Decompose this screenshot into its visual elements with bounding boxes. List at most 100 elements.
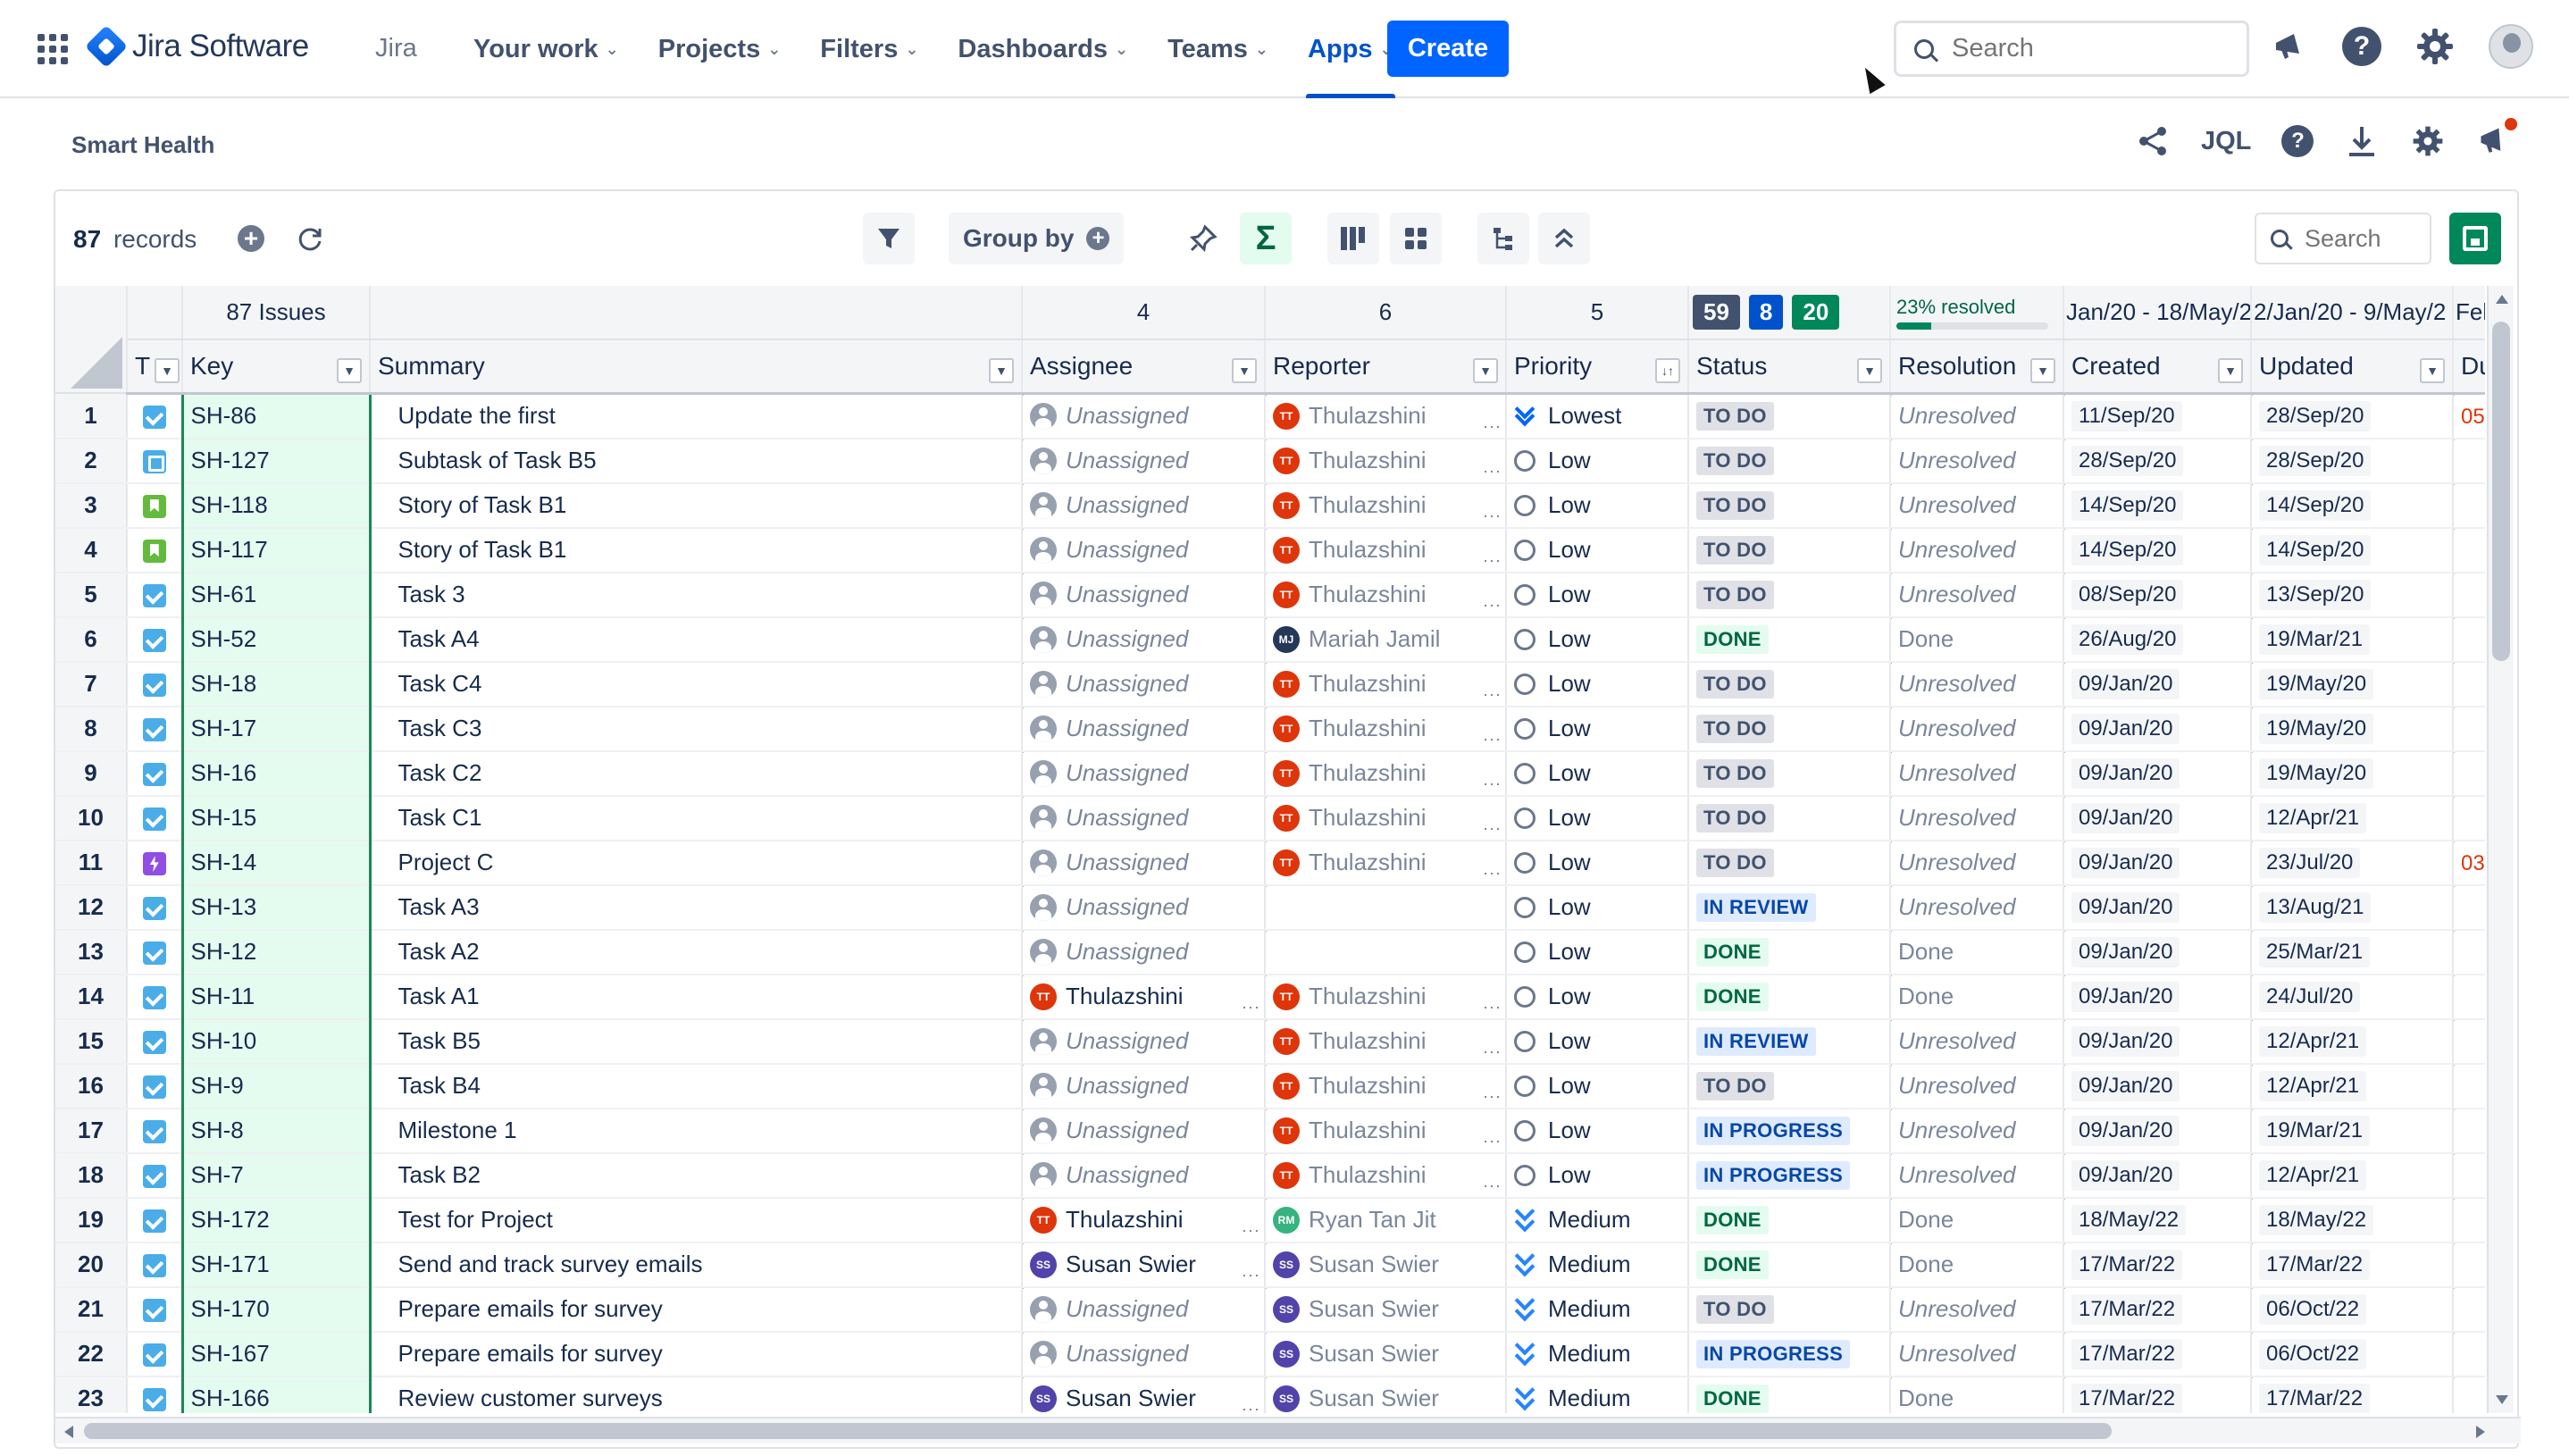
priority-cell[interactable]: Low [1506,438,1689,484]
created-cell[interactable]: 09/Jan/20 [2063,1108,2252,1154]
gadget-settings-icon[interactable] [2410,123,2446,159]
priority-cell[interactable]: Low [1506,527,1689,573]
created-cell[interactable]: 09/Jan/20 [2063,750,2252,797]
updated-cell[interactable]: 19/Mar/21 [2251,616,2454,663]
status-lozenge[interactable]: TO DO [1696,804,1774,833]
assignee-cell[interactable]: Unassigned [1022,393,1266,439]
status-cell[interactable]: IN PROGRESS [1688,1108,1891,1154]
reporter-cell[interactable]: TT Thulazshini ··· [1265,1152,1507,1199]
due-cell[interactable] [2453,1197,2485,1243]
resolution-cell[interactable]: Done [1890,1376,2064,1413]
announcements-button[interactable] [2476,118,2518,159]
due-cell[interactable] [2453,572,2485,618]
issue-type-cell[interactable] [127,482,183,529]
reporter-cell[interactable]: TT Thulazshini ··· [1265,1108,1507,1154]
issue-type-cell[interactable] [127,706,183,752]
scroll-down-arrow-icon[interactable] [2496,1395,2508,1404]
status-lozenge[interactable]: IN PROGRESS [1696,1117,1851,1145]
issue-type-cell[interactable] [127,974,183,1020]
download-icon[interactable] [2344,123,2380,159]
reporter-cell[interactable]: TT Thulazshini ··· [1265,572,1507,618]
assignee-cell[interactable]: Unassigned [1022,840,1266,886]
table-row[interactable]: 8 SH-17 Task C3 Unassigned TT Thulazshini ··· L… [55,706,2485,752]
status-lozenge[interactable]: TO DO [1696,1295,1774,1324]
status-count-badge[interactable]: 20 [1792,295,1840,330]
created-cell[interactable]: 09/Jan/20 [2063,1018,2252,1065]
reporter-cell[interactable]: TT Thulazshini ··· [1265,1018,1507,1065]
updated-cell[interactable]: 12/Apr/21 [2251,1018,2454,1065]
status-lozenge[interactable]: TO DO [1696,1072,1774,1100]
created-cell[interactable]: 08/Sep/20 [2063,572,2252,618]
vertical-scrollbar[interactable] [2487,286,2514,1413]
created-cell[interactable]: 09/Jan/20 [2063,1152,2252,1199]
status-cell[interactable]: DONE [1688,1197,1891,1243]
more-options-icon[interactable]: ··· [1483,506,1502,525]
priority-cell[interactable]: Low [1506,572,1689,618]
issue-type-cell[interactable] [127,1197,183,1243]
vertical-scroll-thumb[interactable] [2492,322,2510,661]
nav-item-filters[interactable]: Filters ⌄ [800,0,938,98]
priority-cell[interactable]: Low [1506,750,1689,797]
summary-cell[interactable]: Task C4 [370,661,1023,707]
resolution-cell[interactable]: Unresolved [1890,840,2064,886]
resolution-cell[interactable]: Unresolved [1890,1152,2064,1199]
reporter-cell[interactable] [1265,884,1507,931]
status-cell[interactable]: TO DO [1688,661,1891,707]
assignee-cell[interactable]: Unassigned [1022,482,1266,529]
created-cell[interactable]: 09/Jan/20 [2063,974,2252,1020]
assignee-cell[interactable]: Unassigned [1022,795,1266,841]
chevron-down-icon[interactable]: ▼ [2218,358,2243,383]
settings-gear-icon[interactable] [2415,27,2455,66]
more-options-icon[interactable]: ··· [1242,1400,1260,1414]
table-row[interactable]: 15 SH-10 Task B5 Unassigned TT Thulazshini ···… [55,1018,2485,1065]
issue-key-cell[interactable]: SH-170 [180,1286,372,1333]
col-header-key[interactable]: Key ▼ [182,339,371,395]
summary-cell[interactable]: Task A1 [370,974,1023,1020]
table-row[interactable]: 10 SH-15 Task C1 Unassigned TT Thulazshini ···… [55,795,2485,841]
status-lozenge[interactable]: TO DO [1696,715,1774,743]
summary-cell[interactable]: Test for Project [370,1197,1023,1243]
reporter-cell[interactable]: SS Susan Swier [1265,1331,1507,1377]
chevron-down-icon[interactable]: ▼ [1857,358,1882,383]
priority-cell[interactable]: Low [1506,974,1689,1020]
created-cell[interactable]: 17/Mar/22 [2063,1331,2252,1377]
issue-type-cell[interactable] [127,616,183,663]
status-cell[interactable]: TO DO [1688,1286,1891,1333]
status-cell[interactable]: DONE [1688,616,1891,663]
issue-type-cell[interactable] [127,661,183,707]
col-header-assignee[interactable]: Assignee ▼ [1022,339,1266,395]
issue-key-cell[interactable]: SH-167 [180,1331,372,1377]
assignee-cell[interactable]: Unassigned [1022,616,1266,663]
status-cell[interactable]: IN PROGRESS [1688,1331,1891,1377]
issue-key-cell[interactable]: SH-11 [180,974,372,1020]
col-header-type[interactable]: T ▼ [127,339,183,395]
resolution-cell[interactable]: Done [1890,974,2064,1020]
issue-key-cell[interactable]: SH-18 [180,661,372,707]
priority-cell[interactable]: Low [1506,884,1689,931]
status-lozenge[interactable]: TO DO [1696,447,1774,475]
global-search[interactable] [1894,21,2249,77]
create-button[interactable]: Create [1387,21,1509,77]
created-cell[interactable]: 14/Sep/20 [2063,482,2252,529]
horizontal-scroll-thumb[interactable] [84,1423,2112,1439]
reporter-cell[interactable]: TT Thulazshini ··· [1265,661,1507,707]
due-cell[interactable] [2453,1331,2485,1377]
reporter-cell[interactable]: SS Susan Swier [1265,1286,1507,1333]
updated-cell[interactable]: 06/Oct/22 [2251,1331,2454,1377]
sort-desc-icon[interactable]: ↓↑ [1655,358,1680,383]
table-row[interactable]: 5 SH-61 Task 3 Unassigned TT Thulazshini ··· Lo… [55,572,2485,618]
created-cell[interactable]: 09/Jan/20 [2063,661,2252,707]
resolution-cell[interactable]: Done [1890,1242,2064,1288]
resolution-cell[interactable]: Unresolved [1890,1108,2064,1154]
app-switcher-icon[interactable] [38,34,68,64]
status-lozenge[interactable]: DONE [1696,938,1769,966]
layout-grid-button[interactable] [1390,213,1442,264]
assignee-cell[interactable]: Unassigned [1022,1152,1266,1199]
nav-item-dashboards[interactable]: Dashboards ⌄ [938,0,1148,98]
issue-key-cell[interactable]: SH-16 [180,750,372,797]
issue-key-cell[interactable]: SH-14 [180,840,372,886]
issue-type-cell[interactable] [127,1108,183,1154]
status-cell[interactable]: DONE [1688,1376,1891,1413]
table-row[interactable]: 21 SH-170 Prepare emails for survey Unassig… [55,1286,2485,1333]
resolution-cell[interactable]: Unresolved [1890,795,2064,841]
